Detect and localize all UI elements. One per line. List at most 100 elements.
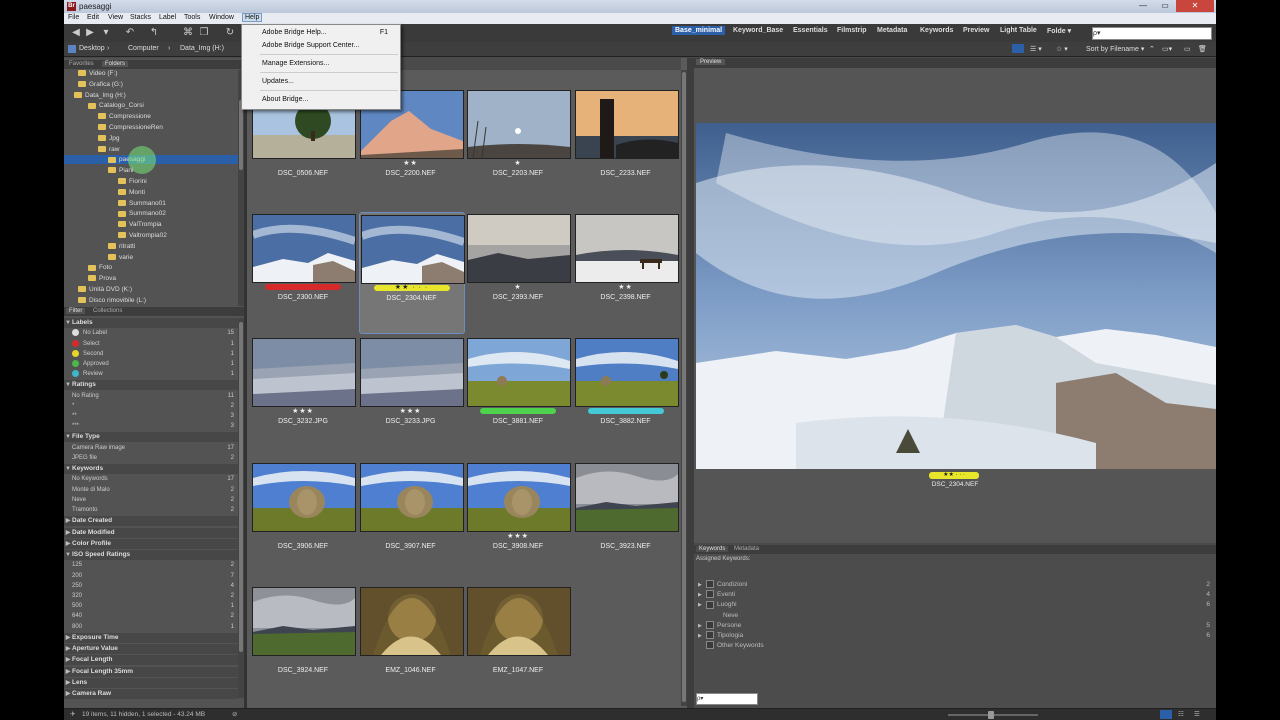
folder-tree-item[interactable]: Valtrompia02: [118, 232, 167, 239]
forward-icon[interactable]: ▶: [84, 27, 96, 39]
list-view-icon[interactable]: ☰ ▾: [1030, 45, 1042, 53]
folder-tree-item[interactable]: Catalogo_Corsi: [88, 102, 144, 109]
disclosure-closed-icon[interactable]: ▶: [64, 528, 72, 538]
workspace-light-table[interactable]: Light Table: [1000, 27, 1037, 34]
tab-keywords[interactable]: Keywords: [696, 546, 729, 552]
return-to-photoshop-icon[interactable]: ↰: [148, 27, 160, 39]
thumbnail-item[interactable]: ★★★ DSC_3232.JPG: [251, 336, 356, 456]
thumbnail-rating[interactable]: ★★: [359, 159, 463, 167]
view-details-icon[interactable]: ☷: [1178, 710, 1184, 718]
filter-row[interactable]: ** 3: [72, 412, 234, 421]
menu-item-manage-extensions[interactable]: Manage Extensions...: [262, 60, 329, 67]
slider-handle[interactable]: [988, 711, 994, 719]
disclosure-open-icon[interactable]: ▼: [64, 380, 72, 390]
thumbnail-item[interactable]: ★★ DSC_2398.NEF: [574, 212, 679, 332]
disclosure-closed-icon[interactable]: ▶: [64, 667, 72, 677]
folder-tree-item[interactable]: Summano02: [118, 210, 166, 217]
filter-row[interactable]: Approved 1: [72, 359, 234, 369]
filter-row[interactable]: JPEG file 2: [72, 454, 234, 463]
thumbnail-image[interactable]: [467, 214, 571, 284]
keyword-row[interactable]: ▶ Tipologia 6: [698, 631, 1210, 641]
workspace-base-minimal[interactable]: Base_minimal: [672, 26, 726, 35]
keyword-checkbox[interactable]: [706, 641, 714, 650]
keyword-row[interactable]: Other Keywords: [698, 641, 1210, 651]
menu-view[interactable]: View: [108, 14, 123, 21]
tab-folders[interactable]: Folders: [102, 61, 129, 67]
workspace-overflow[interactable]: Folde ▾: [1047, 27, 1071, 35]
thumbnail-item[interactable]: DSC_3906.NEF: [251, 461, 356, 581]
folder-tree-item[interactable]: Summano01: [118, 200, 166, 207]
content-splitter[interactable]: [687, 58, 694, 708]
thumbnail-item[interactable]: DSC_3881.NEF: [466, 336, 571, 456]
menu-window[interactable]: Window: [209, 14, 234, 21]
filter-row[interactable]: 250 4: [72, 582, 234, 591]
filter-row[interactable]: No Keywords 17: [72, 475, 234, 484]
thumbnail-image[interactable]: [467, 338, 571, 408]
keyword-search-input[interactable]: ρ▾: [696, 693, 758, 705]
folder-tree-item[interactable]: Compressione: [98, 113, 151, 120]
new-folder-icon[interactable]: ▭: [1184, 45, 1191, 53]
thumbnail-image[interactable]: [359, 462, 464, 532]
thumbnail-item[interactable]: ★★★ DSC_3233.JPG: [359, 336, 464, 456]
thumbnail-image[interactable]: [574, 338, 679, 408]
folder-tree-item[interactable]: varie: [108, 254, 133, 261]
reveal-recent-icon[interactable]: ↶: [124, 27, 136, 39]
filter-row[interactable]: Select 1: [72, 339, 234, 349]
filter-row[interactable]: Review 1: [72, 370, 234, 379]
menu-tools[interactable]: Tools: [184, 14, 200, 21]
preview-image[interactable]: [696, 123, 1216, 469]
thumbnail-item[interactable]: ★ DSC_2393.NEF: [466, 212, 571, 332]
folder-tree-item[interactable]: Unità DVD (K:): [78, 286, 132, 293]
thumbnail-image[interactable]: [467, 90, 571, 159]
grid-lock-icon[interactable]: [1160, 710, 1172, 719]
thumbnail-item[interactable]: DSC_2300.NEF: [251, 212, 356, 332]
thumbnail-rating[interactable]: ★★★: [359, 407, 463, 415]
filter-row[interactable]: Camera Raw image 17: [72, 444, 234, 453]
sort-ascending-icon[interactable]: ⌃: [1149, 45, 1155, 53]
filter-row[interactable]: Tramonto 2: [72, 506, 234, 515]
menu-label[interactable]: Label: [159, 14, 176, 21]
thumbnail-image[interactable]: [574, 214, 679, 284]
menu-stacks[interactable]: Stacks: [130, 14, 151, 21]
menu-item-support-center[interactable]: Adobe Bridge Support Center...: [262, 42, 359, 49]
filter-row[interactable]: *** 3: [72, 422, 234, 431]
disclosure-closed-icon[interactable]: ▶: [64, 678, 72, 688]
filter-section-header[interactable]: ▶ Date Modified: [64, 527, 238, 538]
thumbnail-rating[interactable]: ★★ · · ·: [360, 283, 464, 291]
thumbnail-image[interactable]: [252, 214, 356, 284]
thumbnail-item[interactable]: DSC_3924.NEF: [251, 585, 356, 705]
keyword-checkbox[interactable]: [706, 590, 714, 599]
path-desktop[interactable]: Desktop: [79, 45, 105, 52]
thumbnail-rating[interactable]: ★★★: [251, 407, 355, 415]
workspace-essentials[interactable]: Essentials: [793, 27, 828, 34]
disclosure-closed-icon[interactable]: ▶: [64, 689, 72, 699]
tab-preview[interactable]: Preview: [696, 59, 726, 65]
menu-edit[interactable]: Edit: [87, 14, 99, 21]
folder-tree-item[interactable]: Foto: [88, 264, 112, 271]
disclosure-closed-icon[interactable]: ▶: [698, 621, 704, 631]
back-icon[interactable]: ◀: [70, 27, 82, 39]
disclosure-closed-icon[interactable]: ▶: [64, 633, 72, 643]
keyword-checkbox[interactable]: [714, 612, 720, 618]
folder-tree-item[interactable]: raw: [98, 146, 119, 153]
filter-section-header[interactable]: ▶ Focal Length 35mm: [64, 666, 238, 677]
thumbnail-rating[interactable]: ★★★: [466, 532, 570, 540]
close-button[interactable]: ✕: [1176, 0, 1214, 12]
thumbnail-image[interactable]: [359, 586, 464, 656]
menu-help[interactable]: Help: [242, 13, 263, 22]
folder-tree-item[interactable]: Data_Img (H:): [74, 92, 126, 99]
maximize-button[interactable]: ▭: [1154, 0, 1176, 12]
keyword-row[interactable]: ▶ Persone 5: [698, 621, 1210, 631]
thumbnail-item[interactable]: ★ DSC_2203.NEF: [466, 88, 571, 208]
thumbnail-item[interactable]: DSC_3923.NEF: [574, 461, 679, 581]
filter-row[interactable]: 320 2: [72, 592, 234, 601]
disclosure-closed-icon[interactable]: ▶: [64, 516, 72, 526]
camera-download-icon[interactable]: ⌘: [182, 27, 194, 39]
filter-section-header[interactable]: ▼Keywords: [64, 464, 238, 475]
menu-file[interactable]: File: [68, 14, 79, 21]
keyword-row[interactable]: Neve: [698, 611, 1210, 621]
filter-row[interactable]: 125 2: [72, 561, 234, 570]
filter-section-header[interactable]: ▶ Camera Raw: [64, 689, 238, 700]
thumbnail-item[interactable]: DSC_3907.NEF: [359, 461, 464, 581]
keyword-row[interactable]: ▶ Eventi 4: [698, 590, 1210, 600]
